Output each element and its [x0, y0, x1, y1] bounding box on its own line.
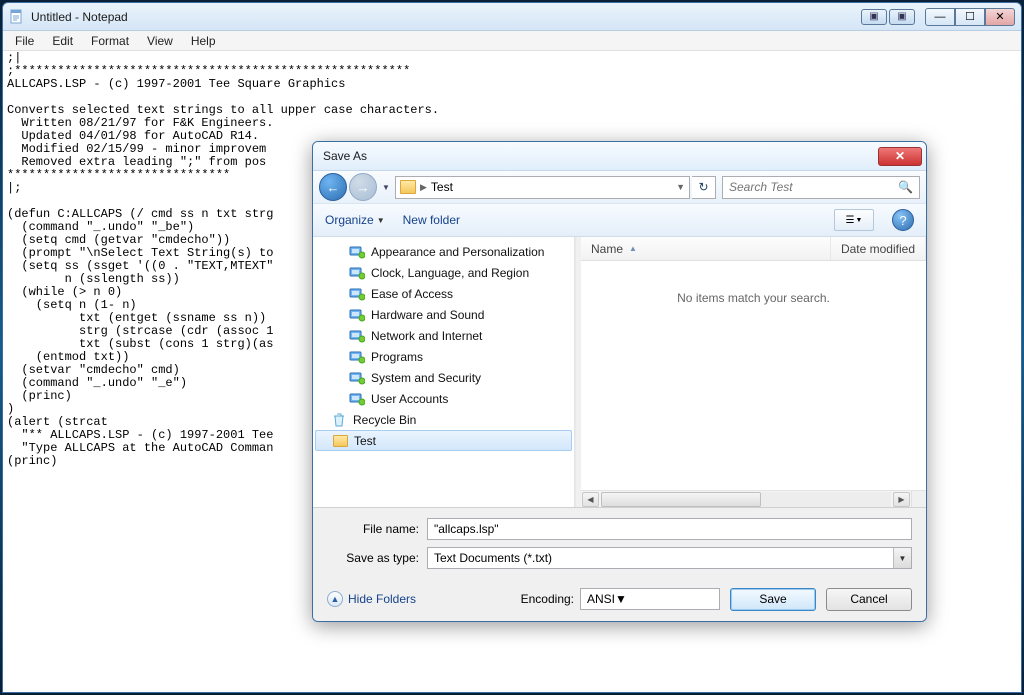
tree-item-label: Clock, Language, and Region: [371, 266, 529, 280]
horizontal-scrollbar[interactable]: ◀ ▶: [581, 490, 926, 507]
column-headers: Name▲ Date modified: [581, 237, 926, 261]
menu-help[interactable]: Help: [183, 33, 224, 49]
tree-item-label: Recycle Bin: [353, 413, 416, 427]
control-panel-icon: [349, 286, 365, 302]
tree-item-7[interactable]: User Accounts: [313, 388, 574, 409]
nav-tree[interactable]: Appearance and Personalization Clock, Lan…: [313, 237, 575, 507]
control-panel-icon: [349, 391, 365, 407]
tree-item-0[interactable]: Appearance and Personalization: [313, 241, 574, 262]
tree-item-1[interactable]: Clock, Language, and Region: [313, 262, 574, 283]
tree-item-4[interactable]: Network and Internet: [313, 325, 574, 346]
tree-item-5[interactable]: Programs: [313, 346, 574, 367]
control-panel-icon: [349, 265, 365, 281]
chevron-down-icon: ▼: [615, 592, 627, 606]
notepad-title: Untitled - Notepad: [31, 10, 861, 24]
tree-item-6[interactable]: System and Security: [313, 367, 574, 388]
help-button[interactable]: ?: [892, 209, 914, 231]
refresh-button[interactable]: ↻: [692, 176, 716, 199]
nav-history-dropdown[interactable]: ▼: [379, 176, 393, 198]
tree-recycle-bin[interactable]: Recycle Bin: [313, 409, 574, 430]
breadcrumb-arrow-icon: ▶: [420, 182, 427, 193]
new-folder-button[interactable]: New folder: [403, 213, 460, 227]
notepad-icon: [9, 9, 25, 25]
search-input[interactable]: [729, 180, 898, 194]
chevron-down-icon: ▼: [377, 216, 385, 225]
filename-label: File name:: [327, 522, 427, 536]
dialog-title: Save As: [323, 149, 878, 163]
column-date[interactable]: Date modified: [831, 237, 926, 260]
control-panel-icon: [349, 244, 365, 260]
save-button[interactable]: Save: [730, 588, 816, 611]
save-as-dialog: Save As ✕ ← → ▼ ▶ Test ▼ ↻ 🔍 Organize▼ N…: [312, 141, 927, 622]
tree-item-label: Test: [354, 434, 376, 448]
cancel-button[interactable]: Cancel: [826, 588, 912, 611]
notepad-menubar: File Edit Format View Help: [3, 31, 1021, 51]
control-panel-icon: [349, 328, 365, 344]
scroll-left-button[interactable]: ◀: [582, 492, 599, 507]
tree-item-2[interactable]: Ease of Access: [313, 283, 574, 304]
folder-icon: [400, 180, 416, 194]
file-list[interactable]: Name▲ Date modified No items match your …: [581, 237, 926, 507]
tree-test-folder[interactable]: Test: [315, 430, 572, 451]
chevron-down-icon: ▼: [893, 548, 911, 568]
dialog-titlebar: Save As ✕: [313, 142, 926, 171]
tree-item-label: Appearance and Personalization: [371, 245, 544, 259]
menu-edit[interactable]: Edit: [44, 33, 81, 49]
search-box[interactable]: 🔍: [722, 176, 920, 199]
tree-item-label: System and Security: [371, 371, 481, 385]
tree-item-3[interactable]: Hardware and Sound: [313, 304, 574, 325]
encoding-combobox[interactable]: ANSI▼: [580, 588, 720, 610]
scroll-thumb[interactable]: [601, 492, 761, 507]
tree-item-label: User Accounts: [371, 392, 448, 406]
breadcrumb-bar[interactable]: ▶ Test ▼: [395, 176, 690, 199]
menu-file[interactable]: File: [7, 33, 42, 49]
notepad-titlebar: Untitled - Notepad ▣ ▣ — ☐ ✕: [3, 3, 1021, 31]
saveastype-label: Save as type:: [327, 551, 427, 565]
folder-icon: [332, 433, 348, 449]
tree-item-label: Ease of Access: [371, 287, 453, 301]
aux-window-button-1[interactable]: ▣: [861, 9, 887, 25]
minimize-button[interactable]: —: [925, 8, 955, 26]
control-panel-icon: [349, 370, 365, 386]
organize-button[interactable]: Organize▼: [325, 213, 385, 227]
scroll-right-button[interactable]: ▶: [893, 492, 910, 507]
sort-asc-icon: ▲: [629, 244, 637, 253]
tree-item-label: Programs: [371, 350, 423, 364]
back-button[interactable]: ←: [319, 173, 347, 201]
saveastype-combobox[interactable]: Text Documents (*.txt)▼: [427, 547, 912, 569]
menu-view[interactable]: View: [139, 33, 181, 49]
empty-message: No items match your search.: [581, 261, 926, 490]
filename-input[interactable]: [427, 518, 912, 540]
tree-item-label: Hardware and Sound: [371, 308, 484, 322]
aux-window-button-2[interactable]: ▣: [889, 9, 915, 25]
hide-folders-button[interactable]: ▲Hide Folders: [327, 591, 416, 607]
breadcrumb-dropdown-icon[interactable]: ▼: [676, 182, 685, 192]
control-panel-icon: [349, 349, 365, 365]
encoding-label: Encoding:: [521, 592, 574, 606]
maximize-button[interactable]: ☐: [955, 8, 985, 26]
chevron-up-icon: ▲: [327, 591, 343, 607]
dialog-close-button[interactable]: ✕: [878, 147, 922, 166]
dialog-toolbar: Organize▼ New folder ☰ ▼ ?: [313, 204, 926, 237]
tree-item-label: Network and Internet: [371, 329, 482, 343]
forward-button: →: [349, 173, 377, 201]
menu-format[interactable]: Format: [83, 33, 137, 49]
breadcrumb-folder[interactable]: Test: [431, 180, 453, 194]
dialog-navbar: ← → ▼ ▶ Test ▼ ↻ 🔍: [313, 171, 926, 204]
column-name[interactable]: Name▲: [581, 237, 831, 260]
close-button[interactable]: ✕: [985, 8, 1015, 26]
recycle-bin-icon: [331, 412, 347, 428]
size-grip: [911, 491, 926, 507]
search-icon[interactable]: 🔍: [898, 180, 913, 194]
control-panel-icon: [349, 307, 365, 323]
view-options-button[interactable]: ☰ ▼: [834, 209, 874, 231]
